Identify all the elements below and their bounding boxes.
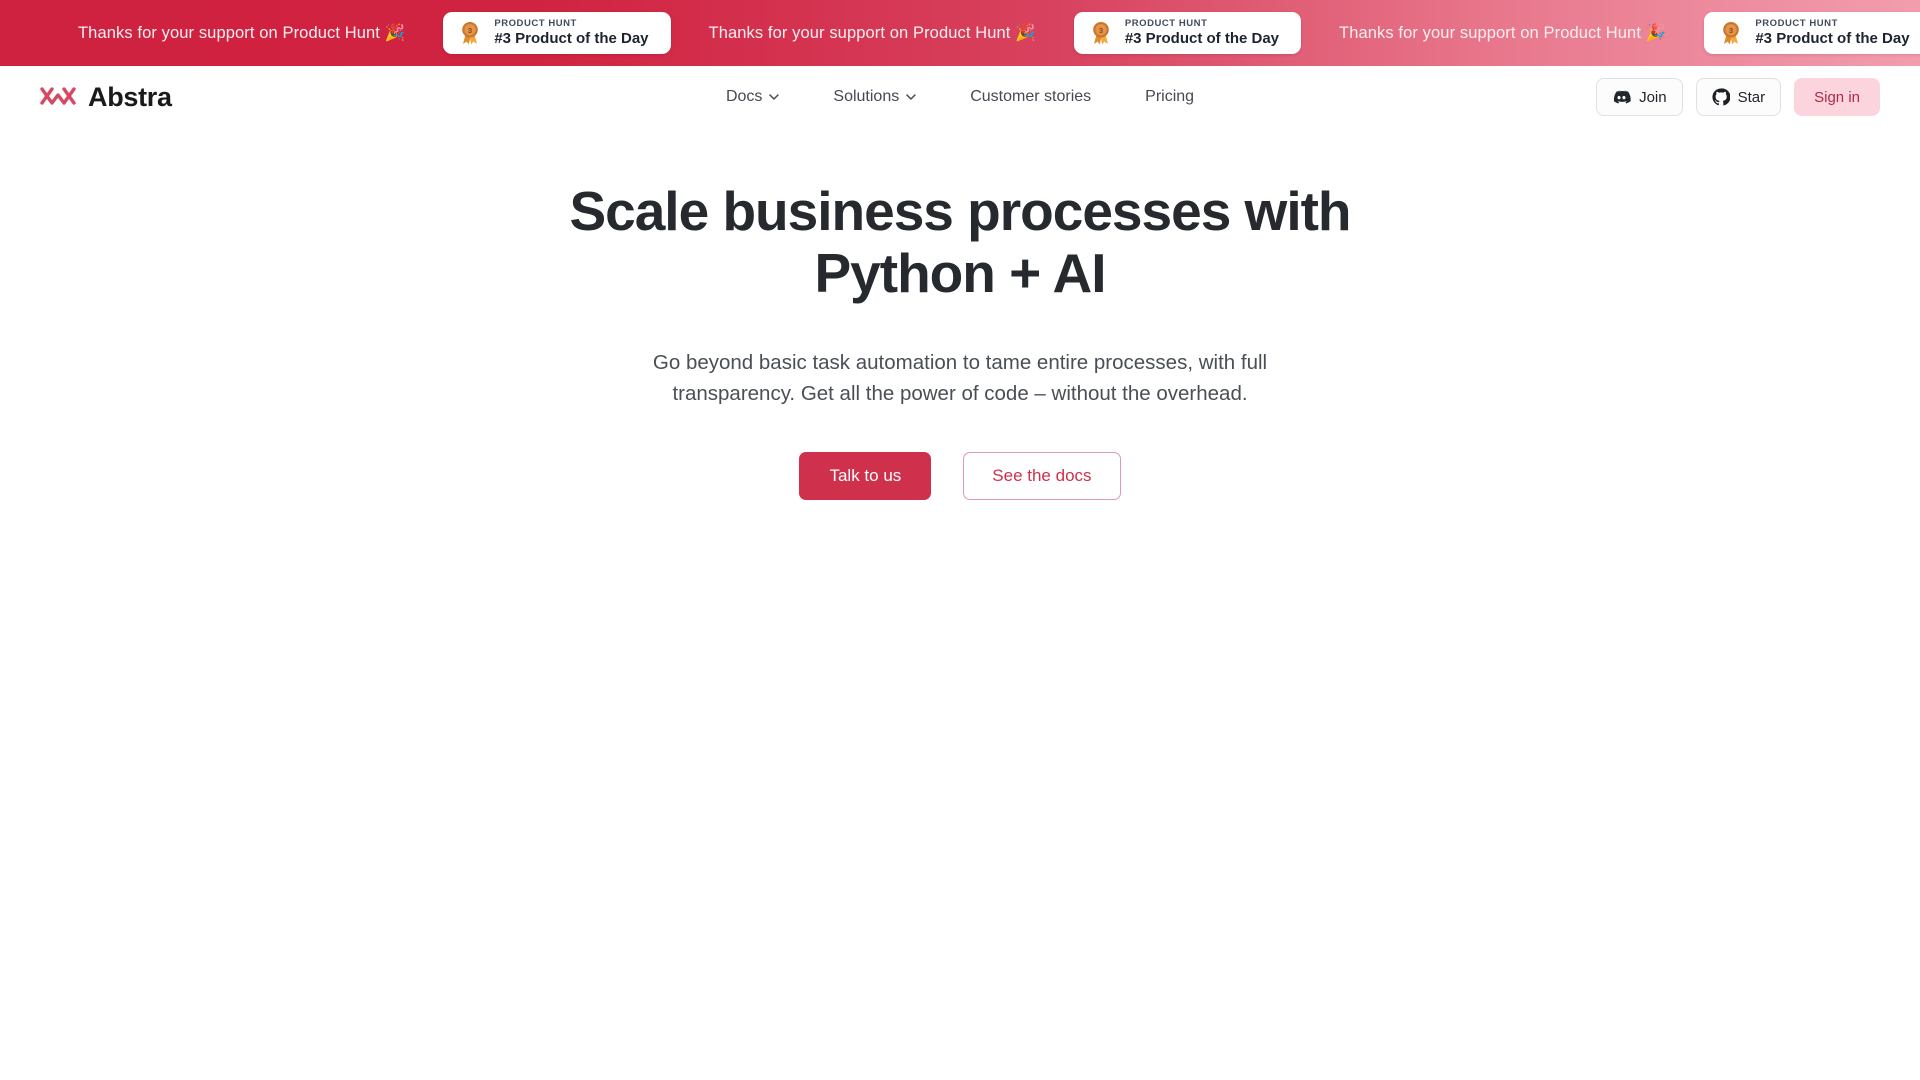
promo-message: Thanks for your support on Product Hunt … [78, 23, 406, 42]
svg-text:3: 3 [468, 26, 472, 35]
discord-join-label: Join [1639, 88, 1667, 106]
primary-navigation: Docs Solutions Customer stories Pricing [699, 80, 1221, 114]
nav-item-label: Docs [725, 88, 763, 105]
product-hunt-badge-1[interactable]: 3 PRODUCT HUNT #3 Product of the Day [443, 12, 671, 54]
svg-text:3: 3 [1729, 26, 1733, 35]
badge-title: #3 Product of the Day [1755, 29, 1910, 47]
promo-message: Thanks for your support on Product Hunt … [708, 23, 1036, 42]
nav-item-label: Customer stories [970, 88, 1092, 105]
product-hunt-badge-3[interactable]: 3 PRODUCT HUNT #3 Product of the Day [1704, 12, 1920, 54]
github-star-button[interactable]: Star [1695, 78, 1782, 116]
brand-logo-link[interactable]: Abstra [40, 82, 172, 113]
hero-title-line-2: Python + AI [814, 242, 1106, 305]
nav-item-docs[interactable]: Docs [699, 80, 806, 114]
github-icon [1712, 88, 1730, 106]
hero-subtitle: Go beyond basic task automation to tame … [652, 351, 1268, 406]
hero-title-line-1: Scale business processes with [569, 180, 1351, 242]
workflow-diagram: Form company_onboarding.py Assginee: Ken… [0, 520, 1920, 1040]
medal-icon: 3 [1093, 21, 1109, 45]
hero-cta-group: Talk to us See the docs [0, 451, 1920, 500]
badge-kicker: PRODUCT HUNT [1755, 17, 1838, 29]
sign-in-button[interactable]: Sign in [1794, 78, 1880, 116]
nav-item-solutions[interactable]: Solutions [806, 80, 943, 114]
brand-name: Abstra [88, 81, 172, 112]
nav-item-label: Pricing [1145, 88, 1195, 105]
chevron-down-icon [769, 94, 780, 100]
talk-to-us-button[interactable]: Talk to us [799, 451, 932, 500]
abstra-logo-icon [40, 87, 76, 105]
medal-icon: 3 [462, 21, 479, 45]
discord-icon [1613, 90, 1631, 103]
nav-item-label: Solutions [833, 88, 900, 105]
main-navbar: Abstra Docs Solutions Customer stories P… [0, 66, 1920, 128]
discord-join-button[interactable]: Join [1596, 78, 1683, 116]
navbar-actions: Join Star Sign in [1596, 78, 1880, 116]
chevron-down-icon [906, 94, 916, 100]
github-star-label: Star [1737, 88, 1766, 106]
nav-item-pricing[interactable]: Pricing [1118, 80, 1221, 114]
hero-title: Scale business processes with Python + A… [530, 180, 1390, 304]
flow-arrows [0, 520, 1920, 1080]
badge-title: #3 Product of the Day [1124, 29, 1280, 47]
medal-icon: 3 [1723, 21, 1740, 45]
badge-title: #3 Product of the Day [494, 29, 649, 47]
nav-item-customer-stories[interactable]: Customer stories [943, 80, 1118, 114]
badge-kicker: PRODUCT HUNT [1124, 17, 1208, 29]
badge-kicker: PRODUCT HUNT [494, 17, 577, 29]
product-hunt-badge-2[interactable]: 3 PRODUCT HUNT #3 Product of the Day [1073, 12, 1302, 54]
hero-section: Scale business processes with Python + A… [0, 128, 1920, 500]
svg-text:3: 3 [1099, 26, 1103, 35]
promo-marquee-track: Thanks for your support on Product Hunt … [0, 12, 1920, 54]
product-hunt-banner: Thanks for your support on Product Hunt … [0, 0, 1920, 66]
promo-message: Thanks for your support on Product Hunt … [1339, 23, 1667, 42]
see-the-docs-button[interactable]: See the docs [963, 451, 1121, 500]
